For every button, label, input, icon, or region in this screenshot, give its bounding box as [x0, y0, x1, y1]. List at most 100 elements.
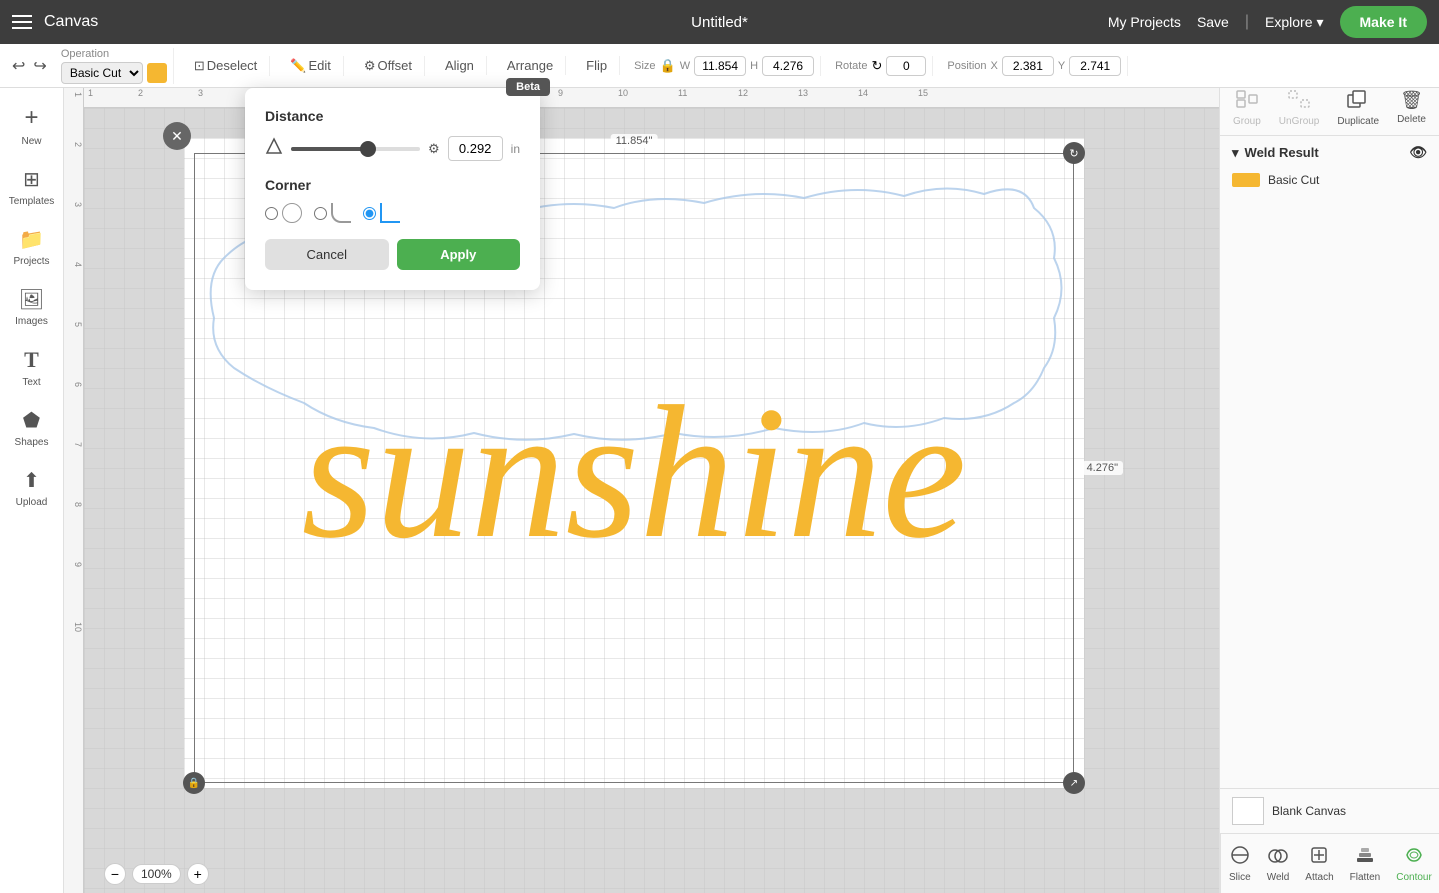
distance-max-icon: ⚙ — [428, 141, 440, 157]
corner-sharp-option[interactable] — [363, 203, 400, 223]
height-label: H — [750, 60, 758, 72]
undo-button[interactable]: ↩ — [12, 56, 25, 76]
flip-group: Flip — [574, 56, 620, 75]
shapes-icon: ⬟ — [23, 408, 40, 433]
align-button[interactable]: Align — [439, 56, 480, 75]
beta-badge: Beta — [506, 78, 550, 96]
delete-label: Delete — [1397, 114, 1426, 125]
corner-options — [265, 203, 520, 223]
arrange-label: Arrange — [507, 58, 553, 73]
rotate-input[interactable] — [886, 56, 926, 76]
edit-label: Edit — [308, 58, 330, 73]
corner-section: Corner — [265, 177, 520, 223]
corner-label: Corner — [265, 177, 520, 193]
y-input[interactable] — [1069, 56, 1121, 76]
edit-icon: ✏️ — [290, 58, 306, 74]
dialog-actions: Cancel Apply — [265, 239, 520, 270]
distance-slider-thumb[interactable] — [360, 141, 376, 157]
cancel-button[interactable]: Cancel — [265, 239, 389, 270]
templates-icon: ⊞ — [23, 167, 40, 192]
rotate-group: Rotate ↻ — [829, 56, 933, 76]
duplicate-icon — [1347, 90, 1369, 113]
weld-label: Weld — [1267, 872, 1290, 883]
duplicate-button[interactable]: Duplicate — [1337, 90, 1379, 127]
offset-button[interactable]: ⚙ Offset — [358, 56, 418, 76]
sidebar-label-projects: Projects — [13, 256, 49, 267]
operation-select[interactable]: Basic Cut — [61, 62, 143, 84]
sidebar-label-text: Text — [22, 377, 40, 388]
sidebar-item-images[interactable]: 🖼 Images — [2, 279, 62, 335]
rotate-label: Rotate — [835, 60, 867, 72]
edit-group: ✏️ Edit — [278, 56, 344, 76]
save-button[interactable]: Save — [1197, 14, 1229, 30]
menu-button[interactable] — [12, 15, 32, 29]
visibility-icon[interactable]: 👁 — [1409, 144, 1427, 161]
explore-label: Explore — [1265, 14, 1312, 30]
corner-round-icon — [282, 203, 302, 223]
sidebar-item-templates[interactable]: ⊞ Templates — [2, 159, 62, 215]
ungroup-button[interactable]: UnGroup — [1279, 90, 1320, 127]
contour-button[interactable]: Contour — [1388, 841, 1439, 887]
distance-slider-fill — [291, 147, 368, 151]
corner-curved-option[interactable] — [314, 203, 351, 223]
make-it-button[interactable]: Make It — [1340, 6, 1427, 38]
sidebar-item-shapes[interactable]: ⬟ Shapes — [2, 400, 62, 456]
sidebar-item-projects[interactable]: 📁 Projects — [2, 219, 62, 275]
slice-icon — [1230, 845, 1250, 870]
width-input[interactable] — [694, 56, 746, 76]
position-label: Position — [947, 60, 986, 72]
align-label: Align — [445, 58, 474, 73]
weld-result-header: ▾ Weld Result 👁 — [1232, 144, 1427, 161]
corner-curved-icon — [331, 203, 351, 223]
my-projects-button[interactable]: My Projects — [1108, 14, 1181, 30]
arrange-button[interactable]: Arrange — [501, 56, 559, 75]
x-input[interactable] — [1002, 56, 1054, 76]
flatten-button[interactable]: Flatten — [1342, 841, 1389, 887]
layer-item-basic-cut[interactable]: Basic Cut — [1232, 169, 1427, 191]
sidebar-item-text[interactable]: T Text — [2, 339, 62, 396]
corner-curved-radio[interactable] — [314, 207, 327, 220]
sidebar-label-images: Images — [15, 316, 48, 327]
operation-group: Operation Basic Cut — [55, 48, 174, 84]
corner-round-radio[interactable] — [265, 207, 278, 220]
edit-button[interactable]: ✏️ Edit — [284, 56, 337, 76]
sidebar-item-new[interactable]: + New — [2, 96, 62, 155]
x-label: X — [991, 60, 998, 72]
blank-canvas-item: Blank Canvas — [1220, 788, 1439, 833]
redo-button[interactable]: ↪ — [33, 56, 46, 76]
delete-handle[interactable]: ✕ — [163, 122, 191, 150]
group-button[interactable]: Group — [1233, 90, 1261, 127]
apply-button[interactable]: Apply — [397, 239, 521, 270]
distance-value-input[interactable] — [448, 136, 503, 161]
distance-unit: in — [511, 142, 520, 156]
toolbar: ↩ ↪ Operation Basic Cut ⊡ Deselect ✏️ Ed… — [0, 44, 1439, 88]
zoom-in-button[interactable]: + — [187, 863, 209, 885]
resize-handle[interactable]: ↗ — [1063, 772, 1085, 794]
slice-button[interactable]: Slice — [1221, 841, 1259, 887]
sidebar-item-upload[interactable]: ⬆ Upload — [2, 460, 62, 516]
flip-button[interactable]: Flip — [580, 56, 613, 75]
delete-button[interactable]: 🗑 Delete — [1397, 90, 1426, 127]
explore-chevron-icon: ▾ — [1316, 14, 1323, 31]
explore-button[interactable]: Explore ▾ — [1265, 14, 1324, 31]
blank-canvas-thumbnail — [1232, 797, 1264, 825]
deselect-button[interactable]: ⊡ Deselect — [188, 56, 263, 76]
collapse-icon[interactable]: ▾ — [1232, 145, 1239, 161]
sidebar-label-upload: Upload — [16, 497, 48, 508]
weld-button[interactable]: Weld — [1259, 841, 1298, 887]
corner-round-option[interactable] — [265, 203, 302, 223]
lock-handle[interactable]: 🔒 — [183, 772, 205, 794]
size-lock-icon[interactable]: 🔒 — [660, 58, 676, 74]
color-swatch[interactable] — [147, 63, 167, 83]
attach-button[interactable]: Attach — [1297, 841, 1341, 887]
upload-icon: ⬆ — [23, 468, 40, 493]
zoom-out-button[interactable]: − — [104, 863, 126, 885]
operation-label: Operation — [61, 48, 167, 60]
corner-sharp-radio[interactable] — [363, 207, 376, 220]
offset-label: Offset — [378, 58, 412, 73]
topbar-separator: | — [1245, 13, 1249, 31]
rotate-handle[interactable]: ↻ — [1063, 142, 1085, 164]
projects-icon: 📁 — [19, 227, 44, 252]
attach-label: Attach — [1305, 872, 1333, 883]
height-input[interactable] — [762, 56, 814, 76]
